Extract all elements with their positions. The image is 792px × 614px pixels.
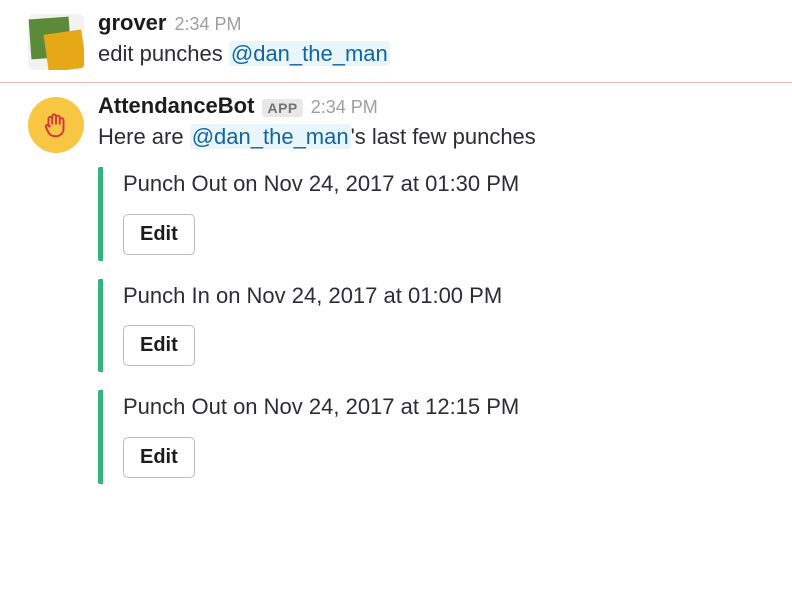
response-suffix: 's last few punches (351, 124, 536, 149)
edit-button[interactable]: Edit (123, 325, 195, 366)
punch-text: Punch In on Nov 24, 2017 at 01:00 PM (123, 281, 772, 312)
author-name[interactable]: grover (98, 10, 166, 36)
app-badge: APP (262, 99, 302, 117)
punch-list: Punch Out on Nov 24, 2017 at 01:30 PM Ed… (98, 167, 772, 484)
punch-text: Punch Out on Nov 24, 2017 at 12:15 PM (123, 392, 772, 423)
message-bot: AttendanceBot APP 2:34 PM Here are @dan_… (0, 83, 792, 514)
edit-button[interactable]: Edit (123, 214, 195, 255)
avatar-attendancebot[interactable] (28, 97, 84, 153)
command-text: edit punches (98, 41, 229, 66)
message-user: grover 2:34 PM edit punches @dan_the_man (0, 0, 792, 82)
message-header: grover 2:34 PM (98, 10, 772, 36)
message-text: edit punches @dan_the_man (98, 38, 772, 70)
message-content: grover 2:34 PM edit punches @dan_the_man (98, 10, 772, 70)
message-content: AttendanceBot APP 2:34 PM Here are @dan_… (98, 93, 772, 502)
author-name[interactable]: AttendanceBot (98, 93, 254, 119)
user-mention[interactable]: @dan_the_man (229, 41, 390, 66)
hand-icon (41, 110, 71, 140)
avatar-grover[interactable] (28, 14, 84, 70)
message-timestamp[interactable]: 2:34 PM (311, 97, 378, 118)
edit-button[interactable]: Edit (123, 437, 195, 478)
message-text: Here are @dan_the_man's last few punches (98, 121, 772, 153)
response-prefix: Here are (98, 124, 190, 149)
message-timestamp[interactable]: 2:34 PM (174, 14, 241, 35)
message-header: AttendanceBot APP 2:34 PM (98, 93, 772, 119)
punch-item: Punch Out on Nov 24, 2017 at 01:30 PM Ed… (98, 167, 772, 261)
punch-text: Punch Out on Nov 24, 2017 at 01:30 PM (123, 169, 772, 200)
punch-item: Punch Out on Nov 24, 2017 at 12:15 PM Ed… (98, 390, 772, 484)
user-mention[interactable]: @dan_the_man (190, 124, 351, 149)
punch-item: Punch In on Nov 24, 2017 at 01:00 PM Edi… (98, 279, 772, 373)
